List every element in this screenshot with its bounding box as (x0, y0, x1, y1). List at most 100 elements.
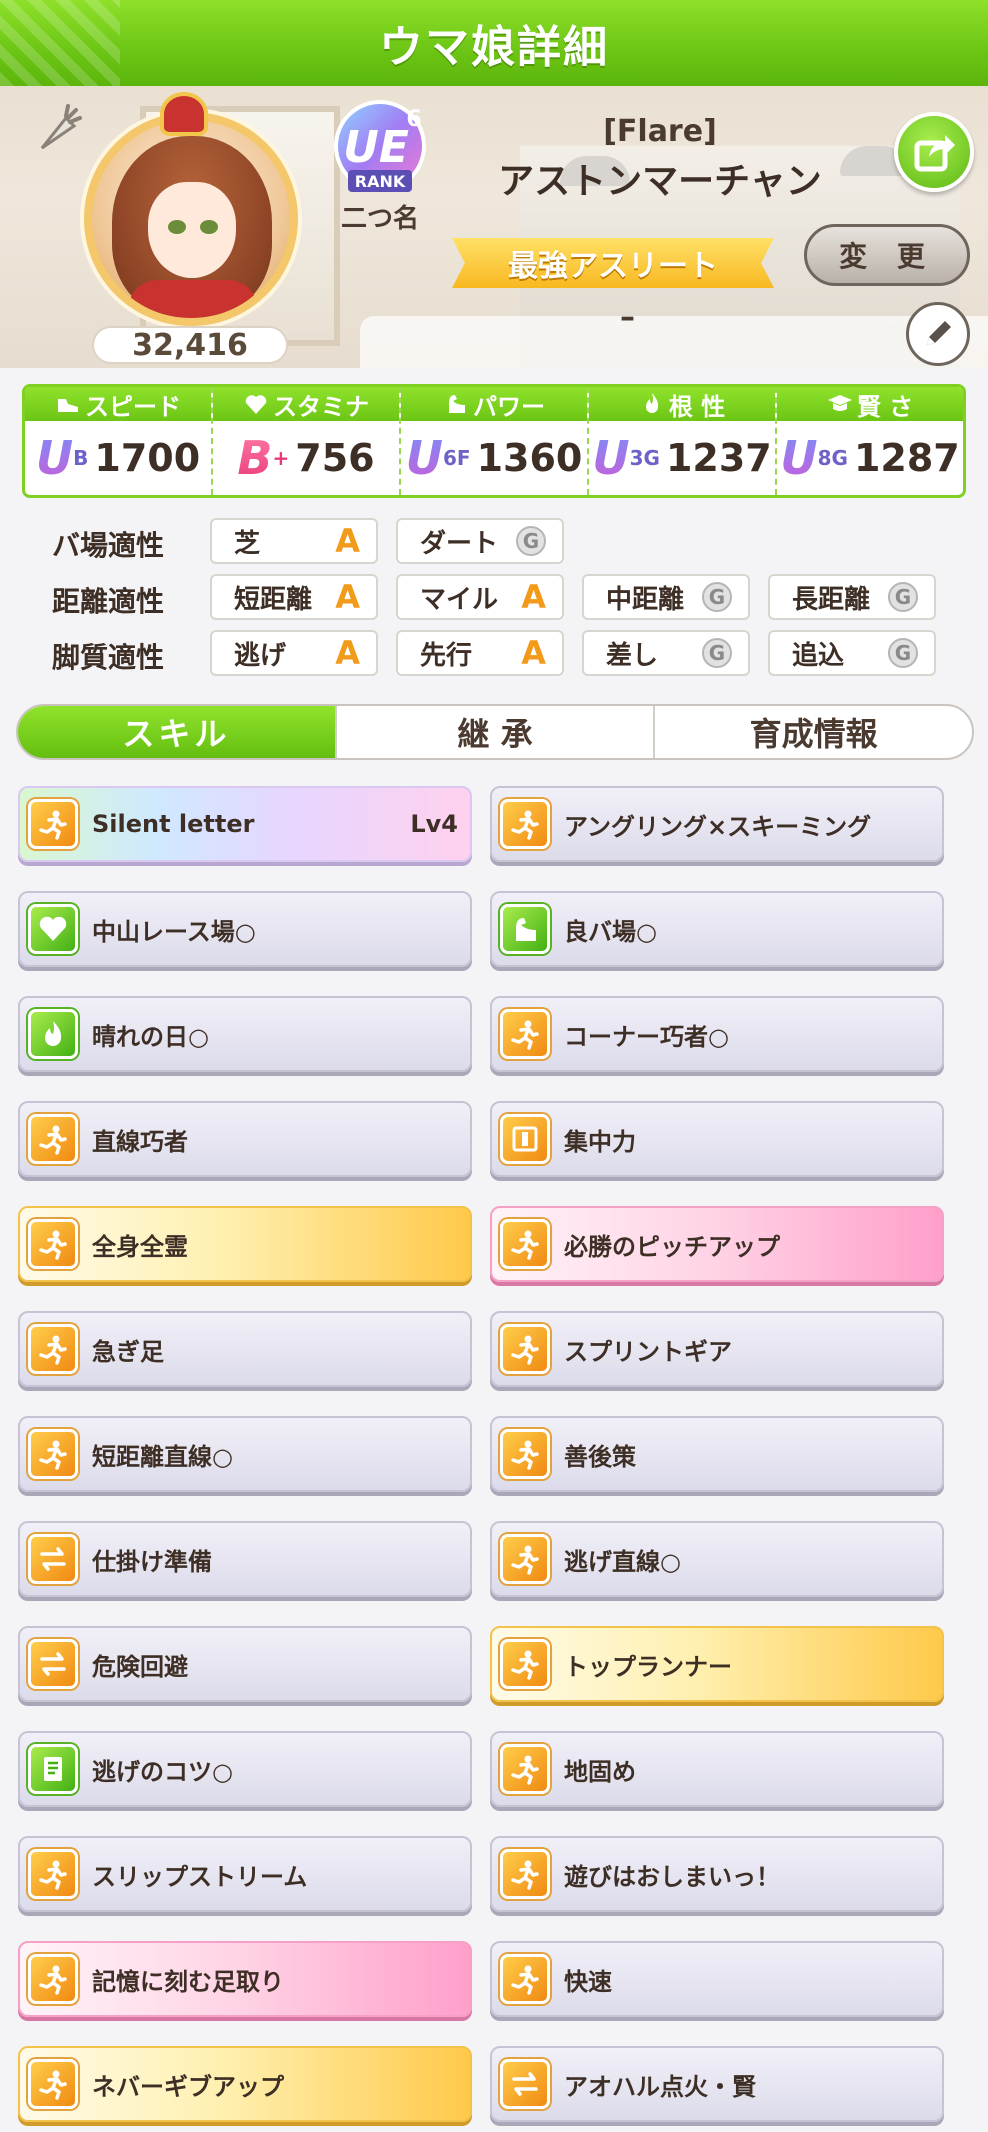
skill-name: 地固め (564, 1757, 636, 1786)
memo-text: – (620, 300, 635, 335)
skill-card[interactable]: スリップストリーム (18, 1836, 472, 1912)
aptitude-turf: 芝 A (210, 518, 378, 564)
skill-card[interactable]: 記憶に刻む足取り (18, 1941, 472, 2017)
skill-card[interactable]: ネバーギブアップ (18, 2046, 472, 2122)
skill-card[interactable]: アングリング×スキーミング (490, 786, 944, 862)
character-portrait[interactable] (84, 112, 298, 326)
stat-grade-sub: B (73, 446, 89, 470)
change-title-button[interactable]: 変 更 (804, 224, 970, 286)
evaluation-score: 32,416 (92, 326, 288, 364)
runner-icon (28, 1954, 78, 2004)
runner-icon (28, 2059, 78, 2109)
skill-level: Lv4 (410, 810, 458, 838)
stat-grade: B (237, 431, 273, 485)
skill-name: アオハル点火・賢 (564, 2072, 756, 2101)
tab-inheritance[interactable]: 継 承 (337, 706, 656, 758)
share-icon (914, 135, 955, 172)
title-label: 二つ名 (340, 204, 419, 234)
skill-name: 遊びはおしまいっ！ (564, 1862, 780, 1891)
stat-guts: 根 性 U 3G 1237 (589, 387, 777, 495)
graduation-cap-icon (827, 395, 852, 411)
share-button[interactable] (894, 112, 974, 192)
skill-card[interactable]: 良バ場○ (490, 891, 944, 967)
skill-card[interactable]: コーナー巧者○ (490, 996, 944, 1072)
skill-card[interactable]: 直線巧者 (18, 1101, 472, 1177)
muscle-icon (500, 904, 550, 954)
aptitude-track-row: バ場適性 芝 A ダート G (0, 518, 988, 564)
skill-name: コーナー巧者○ (564, 1022, 729, 1051)
svg-text:6: 6 (406, 107, 421, 132)
muscle-icon (449, 395, 465, 413)
stat-speed: スピード U B 1700 (25, 387, 213, 495)
skill-name: スリップストリーム (92, 1862, 308, 1891)
skill-card[interactable]: 逃げ直線○ (490, 1521, 944, 1597)
skill-card[interactable]: Silent letter Lv4 (18, 786, 472, 862)
aptitude-grade: A (521, 634, 546, 672)
swap-icon (28, 1534, 78, 1584)
aptitude-pace: 先行 A (396, 630, 564, 676)
stat-grade: U (780, 431, 818, 485)
aptitude-label: 距離適性 (52, 585, 165, 618)
stat-grade-sub: 8G (817, 446, 848, 470)
skill-card[interactable]: 急ぎ足 (18, 1311, 472, 1387)
aptitude-front: 逃げ A (210, 630, 378, 676)
tab-training-info[interactable]: 育成情報 (655, 706, 972, 758)
aptitude-label: バ場適性 (52, 529, 165, 562)
skill-card[interactable]: 危険回避 (18, 1626, 472, 1702)
skill-name: 全身全霊 (92, 1232, 188, 1261)
runner-icon (500, 1009, 550, 1059)
skill-card[interactable]: 全身全霊 (18, 1206, 472, 1282)
skill-card[interactable]: 地固め (490, 1731, 944, 1807)
skill-name: 短距離直線○ (92, 1442, 233, 1471)
detail-tabs: スキル 継 承 育成情報 (16, 704, 974, 760)
aptitude-grade: A (335, 578, 360, 616)
skill-name: トップランナー (564, 1652, 732, 1681)
skill-card[interactable]: スプリントギア (490, 1311, 944, 1387)
pencil-icon (927, 321, 951, 345)
swap-icon (500, 2059, 550, 2109)
skill-name: 良バ場○ (564, 917, 657, 946)
stat-grade-sub: 3G (629, 446, 660, 470)
runner-icon (500, 1744, 550, 1794)
skill-name: 逃げのコツ○ (92, 1757, 233, 1786)
stat-grade-sub: 6F (443, 446, 471, 470)
carrot-icon[interactable] (30, 104, 86, 160)
skill-name: 逃げ直線○ (564, 1547, 681, 1576)
memo-area (360, 316, 988, 368)
aptitude-style-row: 脚質適性 逃げ A 先行 A 差し G 追込 G (0, 630, 988, 676)
title-stripes (0, 0, 120, 86)
crown-icon (160, 92, 208, 136)
skill-card[interactable]: 短距離直線○ (18, 1416, 472, 1492)
runner-icon (28, 1849, 78, 1899)
skill-card[interactable]: 善後策 (490, 1416, 944, 1492)
page-title: ウマ娘詳細 (379, 22, 609, 73)
flame-icon (28, 1009, 78, 1059)
skill-name: 仕掛け準備 (92, 1547, 212, 1576)
skill-name: ネバーギブアップ (92, 2072, 284, 2101)
skill-card[interactable]: トップランナー (490, 1626, 944, 1702)
skill-name: Silent letter (92, 810, 255, 838)
skill-name: 危険回避 (92, 1652, 188, 1681)
skill-card[interactable]: 逃げのコツ○ (18, 1731, 472, 1807)
aptitude-grade: A (335, 522, 360, 560)
aptitude-grade: G (516, 526, 546, 556)
skill-card[interactable]: 必勝のピッチアップ (490, 1206, 944, 1282)
skill-card[interactable]: アオハル点火・賢 (490, 2046, 944, 2122)
skill-card[interactable]: 快速 (490, 1941, 944, 2017)
stat-name: 根 性 (668, 392, 726, 421)
skill-card[interactable]: 中山レース場○ (18, 891, 472, 967)
edit-memo-button[interactable] (906, 302, 970, 366)
flame-icon (645, 393, 658, 413)
swap-icon (28, 1639, 78, 1689)
svg-text:RANK: RANK (355, 172, 406, 191)
skill-card[interactable]: 仕掛け準備 (18, 1521, 472, 1597)
aptitude-label: 脚質適性 (52, 641, 165, 674)
stat-wisdom: 賢 さ U 8G 1287 (777, 387, 963, 495)
skill-card[interactable]: 遊びはおしまいっ！ (490, 1836, 944, 1912)
skill-card[interactable]: 晴れの日○ (18, 996, 472, 1072)
tab-skills[interactable]: スキル (18, 706, 337, 758)
skill-card[interactable]: 集中力 (490, 1101, 944, 1177)
title-bar: ウマ娘詳細 (0, 0, 988, 86)
skill-name: 中山レース場○ (92, 917, 256, 946)
aptitude-mile: マイル A (396, 574, 564, 620)
